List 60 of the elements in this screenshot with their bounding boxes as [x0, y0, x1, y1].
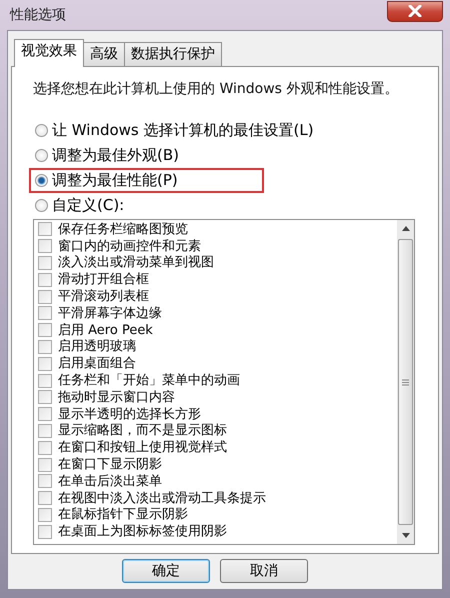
- effect-label: 拖动时显示窗口内容: [58, 390, 175, 405]
- option-label: 调整为最佳性能(P): [52, 171, 178, 190]
- effect-label: 在桌面上为图标标签使用阴影: [58, 524, 227, 540]
- option-label: 自定义(C):: [52, 196, 124, 215]
- checkbox[interactable]: [38, 290, 52, 304]
- scroll-thumb[interactable]: [398, 239, 413, 525]
- effect-label: 显示半透明的选择长方形: [58, 406, 201, 422]
- ok-button[interactable]: 确定: [122, 559, 210, 583]
- checkbox[interactable]: [38, 323, 52, 338]
- checkbox[interactable]: [38, 407, 52, 422]
- effect-label: 启用透明玻璃: [58, 339, 136, 354]
- effect-label: 显示缩略图，而不是显示图标: [58, 423, 227, 438]
- checkbox[interactable]: [38, 239, 52, 254]
- radio-button[interactable]: [35, 124, 48, 137]
- close-button[interactable]: [387, 0, 443, 22]
- checkbox[interactable]: [38, 390, 52, 404]
- tab[interactable]: 视觉效果: [14, 39, 84, 67]
- checkbox[interactable]: [38, 256, 52, 270]
- effect-label: 保存任务栏缩略图预览: [58, 222, 188, 237]
- tab[interactable]: 数据执行保护: [124, 42, 222, 66]
- checkbox[interactable]: [38, 491, 52, 506]
- checkbox[interactable]: [38, 306, 52, 320]
- effect-label: 淡入淡出或滑动菜单到视图: [58, 255, 214, 270]
- effect-label: 在窗口和按钮上使用视觉样式: [58, 440, 227, 456]
- grip-icon: [402, 378, 409, 386]
- description-text: 选择您想在此计算机上使用的 Windows 外观和性能设置。: [33, 80, 400, 98]
- window-title: 性能选项: [8, 6, 66, 24]
- radio-button[interactable]: [35, 174, 48, 187]
- effect-label: 启用桌面组合: [58, 356, 136, 372]
- option-label: 调整为最佳外观(B): [52, 146, 179, 165]
- effect-label: 在窗口下显示阴影: [58, 457, 162, 472]
- checkbox[interactable]: [38, 474, 52, 488]
- radio-button[interactable]: [35, 199, 48, 212]
- effect-label: 在视图中淡入淡出或滑动工具条提示: [58, 490, 266, 506]
- tab[interactable]: 高级: [83, 42, 125, 66]
- scroll-down-icon[interactable]: [402, 533, 410, 538]
- scrollbar[interactable]: [397, 220, 414, 544]
- effect-label: 滑动打开组合框: [58, 272, 149, 288]
- checkbox[interactable]: [38, 458, 52, 472]
- checkbox[interactable]: [38, 524, 52, 539]
- radio-button[interactable]: [35, 149, 48, 162]
- checkbox[interactable]: [38, 508, 52, 522]
- effect-label: 在单击后淡出菜单: [58, 474, 162, 489]
- effect-label: 启用 Aero Peek: [58, 322, 153, 338]
- effect-label: 平滑滚动列表框: [58, 289, 149, 304]
- checkbox[interactable]: [38, 272, 52, 287]
- checkbox[interactable]: [38, 222, 52, 236]
- effect-label: 平滑屏幕字体边缘: [58, 306, 162, 321]
- option-label: 让 Windows 选择计算机的最佳设置(L): [52, 121, 314, 140]
- checkbox[interactable]: [38, 340, 52, 354]
- scroll-up-icon[interactable]: [402, 226, 410, 231]
- effect-label: 任务栏和「开始」菜单中的动画: [58, 373, 240, 388]
- checkbox[interactable]: [38, 374, 52, 388]
- checkbox[interactable]: [38, 440, 52, 455]
- close-icon: [408, 5, 422, 17]
- cancel-button[interactable]: 取消: [220, 559, 308, 583]
- checkbox[interactable]: [38, 356, 52, 371]
- effect-label: 窗口内的动画控件和元素: [58, 238, 201, 254]
- effect-label: 在鼠标指针下显示阴影: [58, 507, 188, 522]
- checkbox[interactable]: [38, 424, 52, 438]
